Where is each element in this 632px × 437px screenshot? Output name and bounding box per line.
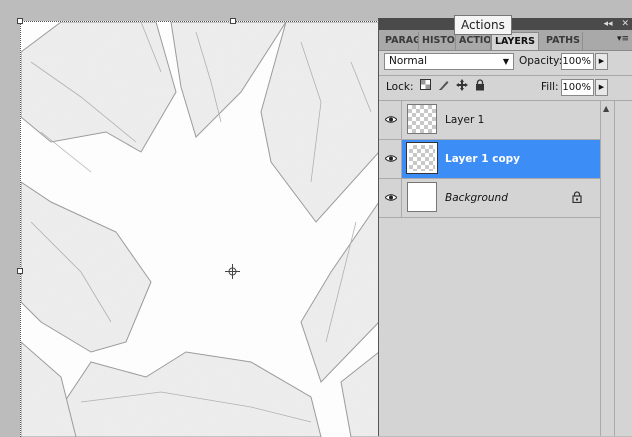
tab-history[interactable]: HISTO [419, 32, 456, 50]
document-canvas[interactable] [20, 21, 379, 437]
transform-center-marker[interactable] [225, 264, 240, 279]
layer-row[interactable]: Layer 1 [379, 101, 600, 140]
transform-handle-middle-left[interactable] [17, 268, 23, 274]
visibility-toggle[interactable] [379, 140, 402, 178]
opacity-input[interactable]: 100% [561, 53, 594, 70]
tooltip: Actions [454, 15, 512, 35]
fill-input[interactable]: 100% [561, 79, 594, 96]
tab-paragraph[interactable]: PARAG [382, 32, 419, 50]
divider [379, 75, 632, 76]
blend-mode-value: Normal [389, 55, 427, 67]
scroll-up-icon[interactable]: ▲ [603, 104, 609, 113]
blend-mode-select[interactable]: Normal ▼ [384, 53, 514, 70]
lock-all-icon[interactable] [473, 79, 486, 92]
layer-thumbnail[interactable] [407, 182, 437, 212]
panel-menu-icon[interactable]: ▾≡ [617, 34, 629, 44]
fill-slider-button[interactable]: ▶ [595, 79, 608, 96]
lock-icon [572, 191, 582, 203]
layers-panel: ◂◂ ✕ PARAG HISTO ACTIO LAYERS PATHS ▾≡ N… [378, 18, 632, 436]
fill-label: Fill: [541, 81, 559, 93]
visibility-toggle[interactable] [379, 101, 402, 139]
opacity-slider-button[interactable]: ▶ [595, 53, 608, 70]
layer-thumbnail[interactable] [406, 142, 438, 174]
layer-row[interactable]: Background [379, 179, 600, 218]
lock-label: Lock: [386, 81, 414, 93]
layer-thumbnail[interactable] [407, 104, 437, 134]
layer-name[interactable]: Background [445, 192, 508, 204]
lock-image-pixels-icon[interactable] [437, 79, 450, 92]
eye-icon [385, 116, 397, 123]
layer-row[interactable]: Layer 1 copy [379, 140, 600, 179]
visibility-toggle[interactable] [379, 179, 402, 217]
panel-edge [614, 101, 632, 436]
lock-transparent-pixels-icon[interactable] [419, 79, 432, 92]
opacity-label: Opacity: [519, 55, 563, 67]
layer-name[interactable]: Layer 1 copy [445, 153, 520, 165]
layer-name[interactable]: Layer 1 [445, 114, 484, 126]
transform-handle-top-center[interactable] [230, 18, 236, 24]
lock-position-icon[interactable] [455, 79, 468, 92]
chevron-down-icon: ▼ [502, 57, 509, 66]
tab-paths[interactable]: PATHS [543, 32, 583, 50]
eye-icon [385, 194, 397, 201]
layers-list: Layer 1 Layer 1 copy Background [379, 101, 600, 436]
eye-icon [385, 155, 397, 162]
layers-scrollbar[interactable]: ▲ [600, 101, 614, 436]
transform-handle-top-left[interactable] [17, 18, 23, 24]
shattered-glass-artwork [21, 22, 379, 437]
close-panel-icon[interactable]: ✕ [621, 19, 629, 29]
collapse-panel-icon[interactable]: ◂◂ [604, 19, 613, 29]
